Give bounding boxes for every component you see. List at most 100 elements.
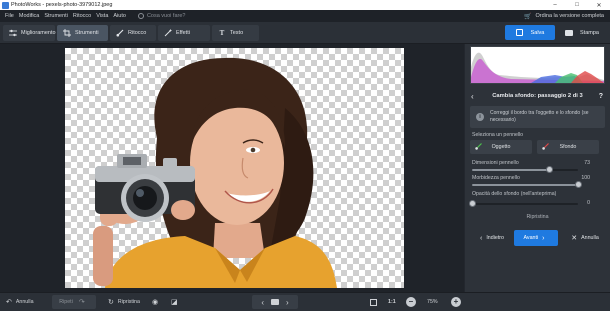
actual-size-button[interactable]: 1:1	[388, 295, 396, 309]
order-label: Ordina la versione completa	[535, 13, 604, 19]
brush-softness-slider[interactable]	[472, 181, 582, 188]
brush-size-value: 73	[584, 160, 590, 166]
brush-sfondo-button[interactable]: Sfondo	[537, 140, 599, 154]
next-label: Avanti	[523, 235, 539, 241]
wizard-navigation: ‹ Indietro Avanti › ✕ Annulla	[465, 230, 610, 247]
background-opacity-value: 0	[587, 200, 590, 206]
close-icon: ✕	[571, 235, 578, 242]
crop-icon	[63, 29, 71, 37]
compare-toggle[interactable]: ◪	[171, 295, 182, 309]
background-opacity-label: Opacità dello sfondo (nell'anteprima)	[472, 191, 557, 197]
compare-icon: ◪	[171, 299, 178, 306]
tab-label: Miglioramento	[21, 30, 56, 36]
bottom-bar: ↶ Annulla Ripeti ↷ ↻ Ripristina ◉ ◪ ‹ › …	[0, 292, 610, 311]
minus-icon: –	[406, 297, 416, 307]
help-icon[interactable]: ?	[599, 93, 603, 100]
brush-size-slider[interactable]	[472, 166, 578, 173]
cutout-photo	[93, 57, 337, 288]
slider-knob[interactable]	[574, 181, 582, 188]
slider-fill	[472, 169, 550, 171]
undo-icon: ↶	[6, 299, 12, 306]
text-icon: T	[219, 29, 225, 37]
cart-icon: 🛒	[524, 13, 532, 20]
workspace	[0, 44, 464, 292]
menu-ritocco[interactable]: Ritocco	[73, 13, 91, 19]
chevron-right-icon[interactable]: ›	[286, 298, 289, 307]
info-box: i Correggi il bordo tra l'oggetto e lo s…	[470, 106, 605, 128]
preview-toggle[interactable]: ◉	[152, 295, 162, 309]
save-button[interactable]: Salva	[505, 25, 555, 40]
brush-icon	[116, 29, 124, 37]
search-icon	[137, 13, 144, 19]
info-icon: i	[476, 113, 484, 121]
print-button[interactable]: Stampa	[557, 25, 607, 40]
chevron-left-icon[interactable]: ‹	[261, 298, 264, 307]
search-placeholder: Cosa vuoi fare?	[146, 13, 186, 19]
slider-knob[interactable]	[545, 166, 553, 173]
window-title: PhotoWorks - pexels-photo-3979012.jpeg	[11, 2, 113, 8]
next-button[interactable]: Avanti ›	[514, 230, 558, 246]
floppy-disk-icon	[515, 29, 523, 36]
tab-effetti[interactable]: Effetti	[158, 25, 210, 41]
restore-button[interactable]: ↻ Ripristina	[108, 295, 140, 309]
window-controls: – □ ✕	[544, 0, 610, 10]
brush-softness-value: 100	[581, 175, 590, 181]
brush-oggetto-button[interactable]: Oggetto	[470, 140, 532, 154]
fit-to-screen-button[interactable]	[370, 295, 381, 309]
minimize-button[interactable]: –	[544, 0, 566, 10]
back-chevron-icon[interactable]: ‹	[471, 92, 474, 101]
tab-label: Effetti	[176, 30, 190, 36]
close-window-button[interactable]: ✕	[588, 0, 610, 10]
tab-label: Strumenti	[75, 30, 99, 36]
right-panel: ‹ Cambia sfondo: passaggio 2 di 3 ? i Co…	[465, 44, 610, 292]
eye-icon: ◉	[152, 299, 159, 306]
background-opacity-slider[interactable]	[468, 200, 578, 207]
order-full-version-link[interactable]: 🛒 Ordina la versione completa	[524, 10, 604, 22]
image-canvas[interactable]	[65, 48, 404, 288]
folder-icon[interactable]	[271, 299, 279, 305]
slider-fill	[472, 184, 578, 186]
back-label: Indietro	[486, 235, 504, 241]
app-logo-icon	[2, 1, 9, 9]
undo-button[interactable]: ↶ Annulla	[6, 295, 34, 309]
fit-screen-icon	[370, 298, 377, 306]
title-bar: PhotoWorks - pexels-photo-3979012.jpeg –…	[0, 0, 610, 10]
reset-button[interactable]: Ripristina	[465, 214, 610, 220]
brush-label: Oggetto	[491, 144, 511, 150]
slider-knob[interactable]	[468, 200, 476, 207]
tab-label: Ritocco	[128, 30, 147, 36]
back-button[interactable]: ‹ Indietro	[469, 230, 511, 246]
tab-miglioramento[interactable]: Miglioramento	[3, 25, 56, 41]
redo-button[interactable]: Ripeti ↷	[52, 295, 96, 309]
print-label: Stampa	[580, 29, 599, 36]
panel-title: Cambia sfondo: passaggio 2 di 3	[492, 93, 583, 99]
undo-label: Annulla	[15, 299, 34, 305]
menu-modifica[interactable]: Modifica	[19, 13, 39, 19]
maximize-button[interactable]: □	[566, 0, 588, 10]
menu-strumenti[interactable]: Strumenti	[44, 13, 68, 19]
chevron-left-icon: ‹	[479, 234, 483, 242]
sliders-icon	[9, 29, 17, 37]
brush-size-label: Dimensioni pennello	[472, 160, 519, 166]
menu-aiuto[interactable]: Aiuto	[113, 13, 126, 19]
save-label: Salva	[530, 29, 545, 36]
search-box[interactable]: Cosa vuoi fare?	[137, 13, 186, 19]
brush-label: Sfondo	[559, 144, 577, 150]
zoom-in-button[interactable]: +	[451, 295, 461, 309]
step-header: ‹ Cambia sfondo: passaggio 2 di 3 ?	[465, 88, 610, 104]
tab-ritocco[interactable]: Ritocco	[110, 25, 156, 41]
file-navigation: ‹ ›	[252, 295, 298, 309]
cancel-button[interactable]: ✕ Annulla	[561, 230, 605, 246]
restore-label: Ripristina	[117, 299, 140, 305]
zoom-out-button[interactable]: –	[406, 295, 416, 309]
cancel-label: Annulla	[581, 235, 599, 241]
tab-label: Testo	[230, 30, 244, 36]
info-text: Correggi il bordo tra l'oggetto e lo sfo…	[490, 110, 589, 123]
tab-testo[interactable]: T Testo	[212, 25, 259, 41]
menu-vista[interactable]: Vista	[96, 13, 108, 19]
menu-file[interactable]: File	[5, 13, 14, 19]
tab-strumenti[interactable]: Strumenti	[57, 25, 108, 41]
redo-icon: ↷	[78, 299, 85, 306]
chevron-right-icon: ›	[542, 234, 545, 242]
magic-wand-icon	[164, 29, 172, 37]
